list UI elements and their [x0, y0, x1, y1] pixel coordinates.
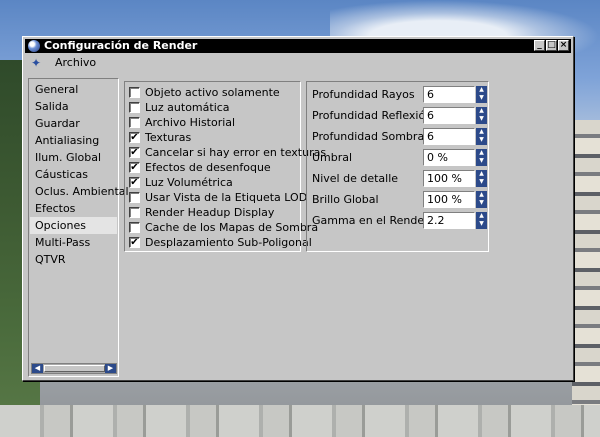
option-checkbox[interactable]: ✔ — [129, 162, 140, 173]
window-title: Configuración de Render — [44, 39, 198, 52]
option-label: Usar Vista de la Etiqueta LOD — [145, 191, 308, 204]
option-checkbox[interactable] — [129, 117, 140, 128]
sidebar-item-general[interactable]: General — [30, 81, 117, 98]
param-label: Profundidad Sombras — [312, 130, 430, 143]
parameters-panel: Profundidad Rayos 6 ▲ ▼ Profundidad Reflexió… — [306, 81, 489, 252]
title-bar[interactable]: Configuración de Render _ □ × — [25, 39, 571, 53]
option-label: Luz Volumétrica — [145, 176, 233, 189]
option-label: Archivo Historial — [145, 116, 236, 129]
minimize-button[interactable]: _ — [534, 40, 545, 51]
menu-bar: ✦ Archivo — [25, 54, 571, 72]
sidebar-item-salida[interactable]: Salida — [30, 98, 117, 115]
spinner-arrows-icon[interactable]: ▲ ▼ — [476, 149, 487, 166]
menu-archivo[interactable]: Archivo — [55, 56, 96, 70]
option-label: Efectos de desenfoque — [145, 161, 271, 174]
spinner-arrows-icon[interactable]: ▲ ▼ — [476, 107, 487, 124]
maximize-button[interactable]: □ — [546, 40, 557, 51]
option-checkbox[interactable]: ✔ — [129, 147, 140, 158]
option-checkbox[interactable] — [129, 192, 140, 203]
param-value-field[interactable]: 6 — [423, 107, 475, 124]
param-value-field[interactable]: 6 — [423, 86, 475, 103]
scroll-left-icon[interactable]: ◀ — [32, 364, 43, 373]
param-label: Nivel de detalle — [312, 172, 399, 185]
param-label: Umbral — [312, 151, 353, 164]
sidebar-item-multi-pass[interactable]: Multi-Pass — [30, 234, 117, 251]
option-checkbox[interactable]: ✔ — [129, 177, 140, 188]
background-street — [0, 405, 600, 437]
spinner-arrows-icon[interactable]: ▲ ▼ — [476, 212, 487, 229]
sidebar-item-ilum-global[interactable]: Ilum. Global — [30, 149, 117, 166]
param-value-field[interactable]: 100 % — [423, 191, 475, 208]
param-value-field[interactable]: 2.2 — [423, 212, 475, 229]
sidebar-item-cáusticas[interactable]: Cáusticas — [30, 166, 117, 183]
option-label: Render Headup Display — [145, 206, 275, 219]
spinner-arrows-icon[interactable]: ▲ ▼ — [476, 86, 487, 103]
param-value-field[interactable]: 0 % — [423, 149, 475, 166]
param-value-field[interactable]: 6 — [423, 128, 475, 145]
option-checkbox[interactable] — [129, 102, 140, 113]
background-building — [572, 120, 600, 410]
settings-sidebar: General Salida Guardar Antialiasing Ilum. Gl… — [28, 78, 129, 377]
param-label: Profundidad Reflexión — [312, 109, 433, 122]
scroll-thumb[interactable] — [44, 365, 105, 372]
spinner-arrows-icon[interactable]: ▲ ▼ — [476, 170, 487, 187]
option-label: Desplazamiento Sub-Poligonal — [145, 236, 312, 249]
app-sphere-icon — [28, 40, 40, 52]
sidebar-horizontal-scrollbar[interactable]: ◀ ▶ — [31, 363, 117, 374]
option-label: Objeto activo solamente — [145, 86, 280, 99]
option-label: Texturas — [145, 131, 192, 144]
option-checkbox[interactable]: ✔ — [129, 237, 140, 248]
sidebar-item-opciones[interactable]: Opciones — [30, 217, 117, 234]
spinner-arrows-icon[interactable]: ▲ ▼ — [476, 191, 487, 208]
pin-icon[interactable]: ✦ — [31, 57, 45, 69]
option-checkbox[interactable]: ✔ — [129, 132, 140, 143]
sidebar-item-efectos[interactable]: Efectos — [30, 200, 117, 217]
param-label: Gamma en el Render — [312, 214, 429, 227]
option-label: Cancelar si hay error en texturas — [145, 146, 327, 159]
param-label: Brillo Global — [312, 193, 379, 206]
option-checkbox[interactable] — [129, 87, 140, 98]
param-value-field[interactable]: 100 % — [423, 170, 475, 187]
sidebar-item-qtvr[interactable]: QTVR — [30, 251, 117, 268]
options-panel: Objeto activo solamente Luz automática Arc… — [124, 81, 326, 252]
render-settings-window: Configuración de Render _ □ × ✦ Archivo … — [22, 36, 574, 381]
option-label: Cache de los Mapas de Sombra — [145, 221, 319, 234]
param-label: Profundidad Rayos — [312, 88, 415, 101]
option-label: Luz automática — [145, 101, 230, 114]
scroll-right-icon[interactable]: ▶ — [105, 364, 116, 373]
sidebar-item-antialiasing[interactable]: Antialiasing — [30, 132, 117, 149]
option-checkbox[interactable] — [129, 207, 140, 218]
sidebar-item-guardar[interactable]: Guardar — [30, 115, 117, 132]
spinner-arrows-icon[interactable]: ▲ ▼ — [476, 128, 487, 145]
close-button[interactable]: × — [558, 40, 569, 51]
sidebar-item-oclus-ambiental[interactable]: Oclus. Ambiental — [30, 183, 129, 200]
option-checkbox[interactable] — [129, 222, 140, 233]
